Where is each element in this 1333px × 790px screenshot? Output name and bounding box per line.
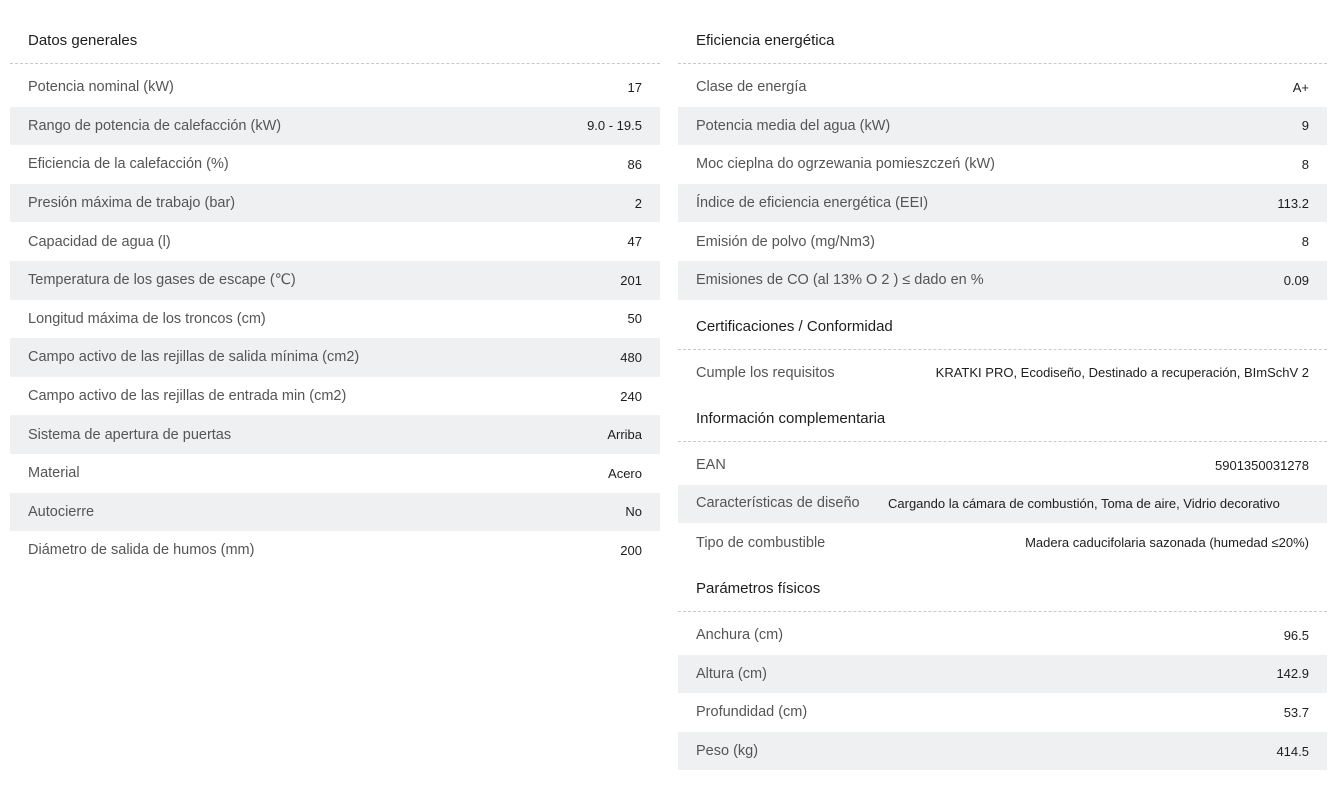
additional-info-title: Información complementaria [678,400,1327,443]
spec-value: 8 [1301,156,1309,172]
spec-label: Tipo de combustible [696,534,826,551]
spec-label: Profundidad (cm) [696,704,808,721]
spec-row-depth: Profundidad (cm) 53.7 [678,693,1327,732]
spec-row-max-log-length: Longitud máxima de los troncos (cm) 50 [10,300,660,339]
spec-label: Campo activo de las rejillas de entrada … [28,388,347,405]
spec-row-energy-class: Clase de energía A+ [678,68,1327,107]
energy-efficiency-title: Eficiencia energética [678,22,1327,64]
spec-value: 200 [620,542,642,558]
spec-value: 414.5 [1276,743,1309,759]
spec-row-water-power: Potencia media del agua (kW) 9 [678,106,1327,146]
spec-label: Potencia media del agua (kW) [696,117,891,134]
spec-value: 5901350031278 [1215,457,1309,473]
spec-row-door-opening: Sistema de apertura de puertas Arriba [10,415,660,454]
spec-value: 480 [620,349,642,365]
spec-value: 201 [620,272,642,288]
spec-row-room-heat-output: Moc cieplna do ogrzewania pomieszczeń (k… [678,145,1327,184]
spec-row-design-features: Características de diseño Cargando la cám… [678,484,1327,524]
spec-row-dust-emission: Emisión de polvo (mg/Nm3) 8 [678,222,1327,261]
spec-label: Clase de energía [696,79,807,96]
spec-label: Características de diseño [696,494,860,511]
spec-label: Temperatura de los gases de escape (℃) [28,272,296,289]
spec-label: Eficiencia de la calefacción (%) [28,156,229,173]
general-data-section: Datos generales Potencia nominal (kW) 17 … [10,22,660,570]
spec-label: Emisiones de CO (al 13% O 2 ) ≤ dado en … [696,272,984,289]
spec-row-co-emission: Emisiones de CO (al 13% O 2 ) ≤ dado en … [678,260,1327,300]
spec-row-self-closing: Autocierre No [10,492,660,532]
spec-label: Campo activo de las rejillas de salida m… [28,349,360,366]
spec-label: Anchura (cm) [696,627,784,644]
spec-row-requirements: Cumple los requisitos KRATKI PRO, Ecodise… [678,354,1327,393]
spec-label: Emisión de polvo (mg/Nm3) [696,233,875,250]
spec-row-nominal-power: Potencia nominal (kW) 17 [10,68,660,107]
spec-row-power-range: Rango de potencia de calefacción (kW) 9.0… [10,106,660,146]
spec-value: 240 [620,388,642,404]
certifications-section: Certificaciones / Conformidad Cumple los… [678,308,1327,393]
spec-label: Diámetro de salida de humos (mm) [28,542,255,559]
spec-value: No [625,504,642,520]
spec-value: 96.5 [1283,627,1309,643]
spec-row-flue-diameter: Diámetro de salida de humos (mm) 200 [10,531,660,570]
spec-value: 142.9 [1276,666,1309,682]
spec-row-fuel-type: Tipo de combustible Madera caducifolaria … [678,523,1327,562]
spec-row-ean: EAN 5901350031278 [678,446,1327,485]
spec-row-exhaust-temperature: Temperatura de los gases de escape (℃) 20… [10,260,660,300]
general-data-title: Datos generales [10,22,660,64]
spec-label: EAN [696,457,726,474]
spec-label: Material [28,465,80,482]
spec-row-height: Altura (cm) 142.9 [678,654,1327,694]
spec-value: 17 [627,79,642,95]
spec-value: 113.2 [1277,195,1309,211]
physical-params-title: Parámetros físicos [678,570,1327,612]
spec-value: 2 [634,195,642,211]
spec-row-max-pressure: Presión máxima de trabajo (bar) 2 [10,183,660,223]
spec-value: 86 [627,156,642,172]
spec-value: Madera caducifolaria sazonada (humedad ≤… [1025,535,1309,551]
spec-label: Altura (cm) [696,665,767,682]
spec-label: Autocierre [28,503,95,520]
spec-row-outlet-grille-area: Campo activo de las rejillas de salida m… [10,338,660,377]
spec-label: Capacidad de agua (l) [28,233,171,250]
spec-value: KRATKI PRO, Ecodiseño, Destinado a recup… [935,365,1309,381]
certifications-title: Certificaciones / Conformidad [678,308,1327,350]
energy-efficiency-section: Eficiencia energética Clase de energía A+… [678,22,1327,300]
spec-label: Sistema de apertura de puertas [28,426,232,443]
spec-value: A+ [1292,79,1309,95]
spec-row-width: Anchura (cm) 96.5 [678,616,1327,655]
spec-row-weight: Peso (kg) 414.5 [678,731,1327,771]
spec-value: 53.7 [1283,704,1309,720]
additional-info-section: Información complementaria EAN 5901350031… [678,400,1327,562]
spec-label: Moc cieplna do ogrzewania pomieszczeń (k… [696,156,995,173]
spec-row-eei: Índice de eficiencia energética (EEI) 113… [678,183,1327,223]
spec-value: Arriba [607,427,642,443]
spec-label: Cumple los requisitos [696,364,835,381]
spec-label: Potencia nominal (kW) [28,79,174,96]
spec-label: Índice de eficiencia energética (EEI) [696,195,929,212]
spec-value: 8 [1301,234,1309,250]
spec-row-inlet-grille-area: Campo activo de las rejillas de entrada … [10,377,660,416]
spec-value: Acero [608,465,642,481]
physical-params-section: Parámetros físicos Anchura (cm) 96.5 Altu… [678,570,1327,771]
spec-row-heating-efficiency: Eficiencia de la calefacción (%) 86 [10,145,660,184]
spec-value: 9 [1301,118,1309,134]
spec-value: 50 [627,311,642,327]
spec-value: 47 [627,234,642,250]
right-column: Eficiencia energética Clase de energía A+… [678,22,1327,771]
spec-label: Presión máxima de trabajo (bar) [28,195,236,212]
spec-value: 9.0 - 19.5 [587,118,642,134]
spec-page: Datos generales Potencia nominal (kW) 17 … [0,0,1333,790]
spec-label: Peso (kg) [696,743,759,760]
spec-value: Cargando la cámara de combustión, Toma d… [888,495,1280,511]
spec-label: Rango de potencia de calefacción (kW) [28,117,282,134]
spec-row-water-capacity: Capacidad de agua (l) 47 [10,222,660,261]
spec-row-material: Material Acero [10,454,660,493]
spec-value: 0.09 [1283,272,1309,288]
spec-label: Longitud máxima de los troncos (cm) [28,310,266,327]
